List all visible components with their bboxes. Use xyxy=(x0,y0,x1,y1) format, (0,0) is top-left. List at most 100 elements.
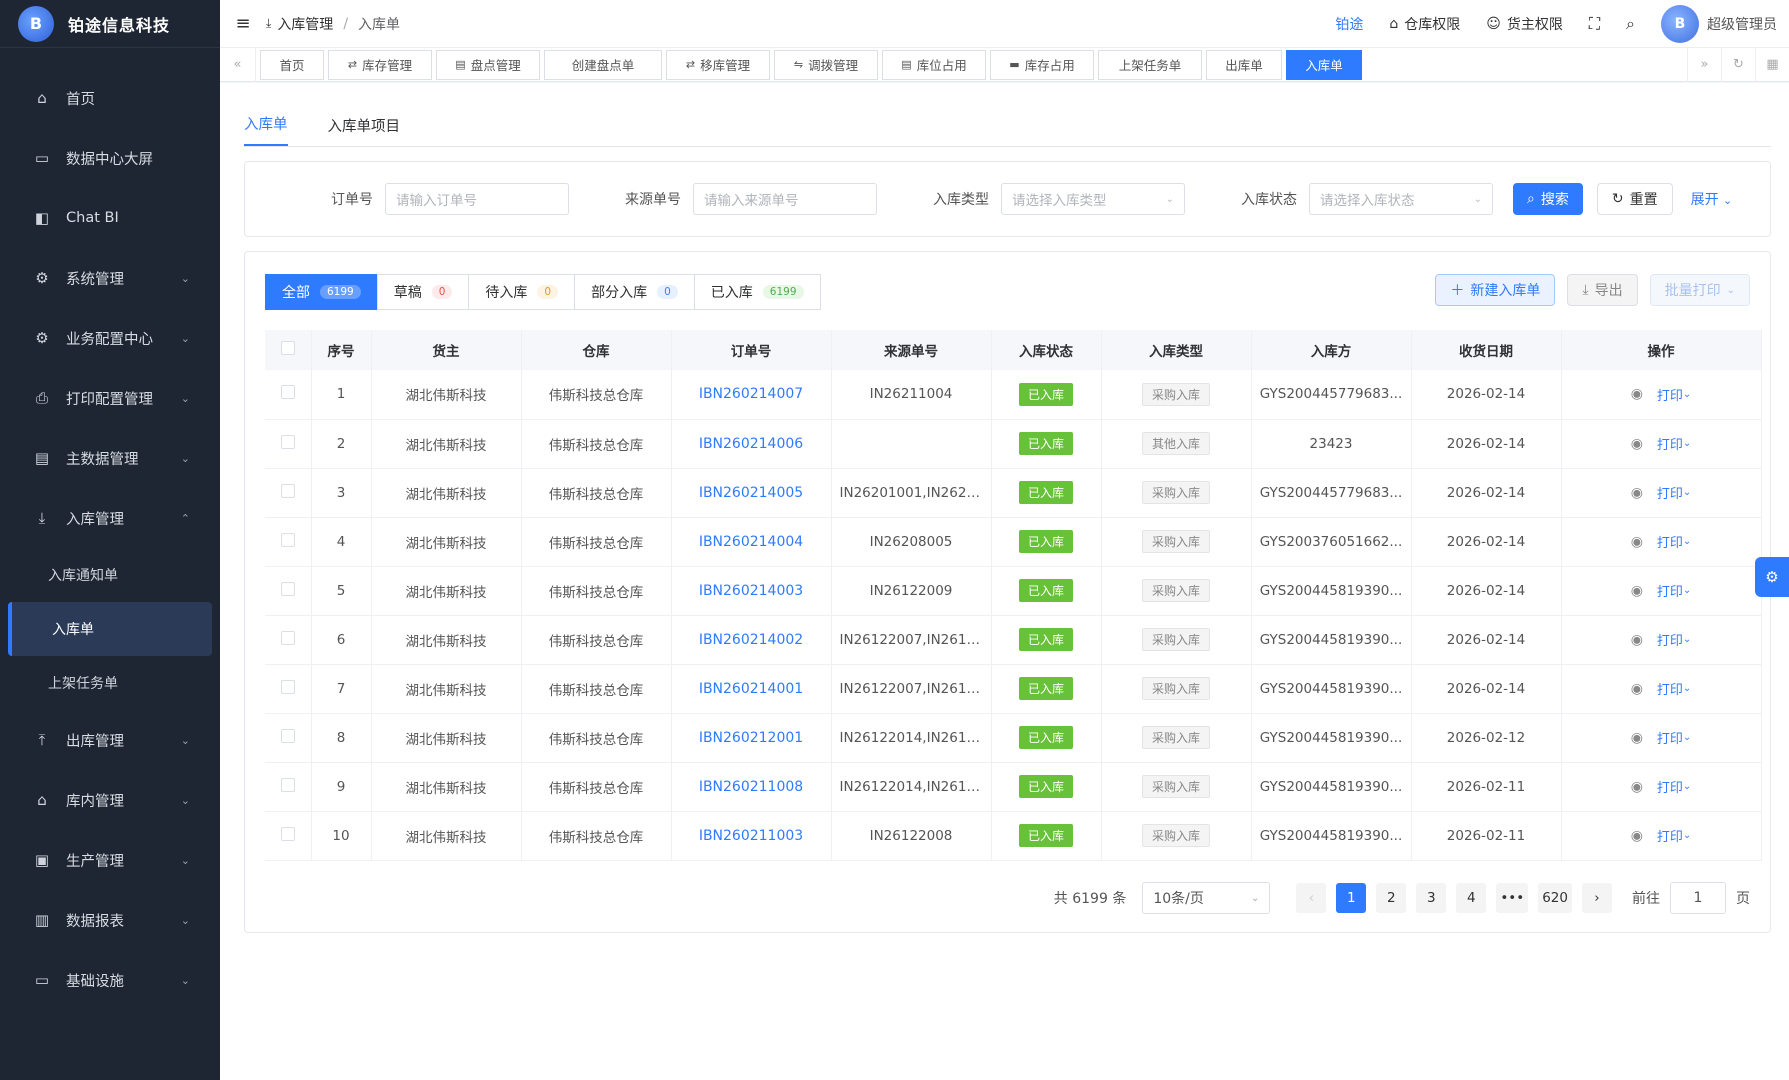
eye-icon[interactable]: ◉ xyxy=(1631,583,1643,599)
new-inbound-button[interactable]: ＋ 新建入库单 xyxy=(1435,274,1556,306)
refresh-icon[interactable]: ↻ xyxy=(1721,47,1755,82)
sidebar-item[interactable]: ⤒ 出库管理 ⌄ xyxy=(0,710,220,770)
tab-item[interactable]: 上架任务单 xyxy=(1098,49,1202,80)
page-button[interactable]: 3 xyxy=(1416,883,1447,913)
select-all-checkbox[interactable] xyxy=(265,330,312,370)
print-link[interactable]: 打印 xyxy=(1657,532,1683,551)
table-row[interactable]: 4 湖北伟斯科技 伟斯科技总仓库 IBN260214004 IN26208005 已入库 采… xyxy=(265,517,1762,567)
row-checkbox[interactable] xyxy=(265,811,312,861)
row-checkbox[interactable] xyxy=(265,370,312,420)
eye-icon[interactable]: ◉ xyxy=(1631,828,1643,844)
menu-toggle-icon[interactable]: ≡ xyxy=(220,13,266,34)
order-no-input[interactable]: 请输入订单号 xyxy=(385,183,569,215)
status-filter-1[interactable]: 草稿 0 xyxy=(376,274,470,310)
page-button[interactable]: 620 xyxy=(1538,883,1572,913)
table-row[interactable]: 8 湖北伟斯科技 伟斯科技总仓库 IBN260212001 IN26122014,IN2… xyxy=(265,713,1762,763)
print-link[interactable]: 打印 xyxy=(1657,434,1683,453)
tab-inbound-order[interactable]: 入库单 xyxy=(244,113,288,146)
avatar[interactable]: B xyxy=(1661,4,1699,43)
page-button[interactable]: 1 xyxy=(1336,883,1367,913)
sidebar-subitem[interactable]: 入库通知单 xyxy=(0,548,220,602)
order-no-link[interactable]: IBN260214002 xyxy=(671,615,832,665)
print-link[interactable]: 打印 xyxy=(1657,483,1683,502)
order-no-link[interactable]: IBN260214007 xyxy=(671,370,832,420)
owner-permission[interactable]: ☺ 货主权限 xyxy=(1486,14,1563,34)
warehouse-permission[interactable]: ⌂ 仓库权限 xyxy=(1389,14,1460,34)
sidebar-item[interactable]: ⤓ 入库管理 ⌃ xyxy=(0,488,220,548)
sidebar-item[interactable]: ▤ 主数据管理 ⌄ xyxy=(0,428,220,488)
sidebar-item[interactable]: ▣ 生产管理 ⌄ xyxy=(0,830,220,890)
inbound-status-select[interactable]: 请选择入库状态 ⌄ xyxy=(1309,183,1493,215)
print-link[interactable]: 打印 xyxy=(1657,385,1683,404)
sidebar-subitem[interactable]: 入库单 xyxy=(8,602,212,656)
sidebar-item[interactable]: ▥ 数据报表 ⌄ xyxy=(0,890,220,950)
sidebar-item[interactable]: ⌂ 首页 xyxy=(0,68,220,128)
print-link[interactable]: 打印 xyxy=(1657,728,1683,747)
eye-icon[interactable]: ◉ xyxy=(1631,386,1643,402)
row-checkbox[interactable] xyxy=(265,615,312,665)
search-button[interactable]: ⌕ 搜索 xyxy=(1513,183,1583,215)
row-checkbox[interactable] xyxy=(265,419,312,469)
order-no-link[interactable]: IBN260211008 xyxy=(671,762,832,812)
sidebar-item[interactable]: ⎙ 打印配置管理 ⌄ xyxy=(0,368,220,428)
fullscreen-icon[interactable]: ⛶ xyxy=(1589,14,1600,34)
tab-item[interactable]: ⇄ 移库管理 xyxy=(666,49,770,80)
eye-icon[interactable]: ◉ xyxy=(1631,681,1643,697)
table-row[interactable]: 2 湖北伟斯科技 伟斯科技总仓库 IBN260214006 已入库 其他入库 23423 20… xyxy=(265,419,1762,469)
print-link[interactable]: 打印 xyxy=(1657,826,1683,845)
source-no-input[interactable]: 请输入来源单号 xyxy=(693,183,877,215)
settings-float-icon[interactable]: ⚙ xyxy=(1755,557,1789,597)
row-checkbox[interactable] xyxy=(265,664,312,714)
next-page-button[interactable]: › xyxy=(1582,883,1612,913)
page-button[interactable]: ••• xyxy=(1496,883,1529,913)
sidebar-item[interactable]: ▭ 基础设施 ⌄ xyxy=(0,950,220,1010)
search-icon[interactable]: ⌕ xyxy=(1626,14,1635,34)
tab-inbound-order-items[interactable]: 入库单项目 xyxy=(328,115,401,146)
print-link[interactable]: 打印 xyxy=(1657,679,1683,698)
tab-item[interactable]: ⇄ 库存管理 xyxy=(328,49,432,80)
page-button[interactable]: 2 xyxy=(1376,883,1407,913)
page-button[interactable]: 4 xyxy=(1456,883,1487,913)
status-filter-0[interactable]: 全部 6199 xyxy=(265,274,378,310)
status-filter-3[interactable]: 部分入库 0 xyxy=(574,274,695,310)
tabs-scroll-right-icon[interactable]: » xyxy=(1687,47,1721,82)
sidebar-item[interactable]: ⚙ 业务配置中心 ⌄ xyxy=(0,308,220,368)
table-row[interactable]: 3 湖北伟斯科技 伟斯科技总仓库 IBN260214005 IN26201001,IN2… xyxy=(265,468,1762,518)
inbound-type-select[interactable]: 请选择入库类型 ⌄ xyxy=(1001,183,1185,215)
expand-link[interactable]: 展开 ⌄ xyxy=(1691,189,1733,209)
tabs-scroll-left-icon[interactable]: « xyxy=(220,47,256,82)
reset-button[interactable]: ↻ 重置 xyxy=(1596,183,1673,215)
tab-item[interactable]: ⇋ 调拨管理 xyxy=(774,49,878,80)
order-no-link[interactable]: IBN260214004 xyxy=(671,517,832,567)
tab-item[interactable]: ▬ 库存占用 xyxy=(990,49,1094,80)
tab-item[interactable]: 首页 xyxy=(260,49,324,80)
row-checkbox[interactable] xyxy=(265,517,312,567)
export-button[interactable]: ⤓ 导出 xyxy=(1567,274,1638,306)
eye-icon[interactable]: ◉ xyxy=(1631,436,1643,452)
order-no-link[interactable]: IBN260212001 xyxy=(671,713,832,763)
user-name[interactable]: 超级管理员 xyxy=(1707,14,1777,34)
goto-page-input[interactable]: 1 xyxy=(1670,882,1726,914)
eye-icon[interactable]: ◉ xyxy=(1631,779,1643,795)
sidebar-item[interactable]: ⚙ 系统管理 ⌄ xyxy=(0,248,220,308)
eye-icon[interactable]: ◉ xyxy=(1631,534,1643,550)
table-row[interactable]: 1 湖北伟斯科技 伟斯科技总仓库 IBN260214007 IN26211004 已入库 采… xyxy=(265,370,1762,420)
row-checkbox[interactable] xyxy=(265,713,312,763)
row-checkbox[interactable] xyxy=(265,566,312,616)
prev-page-button[interactable]: ‹ xyxy=(1296,883,1327,913)
page-size-select[interactable]: 10条/页 ⌄ xyxy=(1142,882,1271,914)
order-no-link[interactable]: IBN260211003 xyxy=(671,811,832,861)
status-filter-2[interactable]: 待入库 0 xyxy=(468,274,576,310)
print-link[interactable]: 打印 xyxy=(1657,630,1683,649)
row-checkbox[interactable] xyxy=(265,762,312,812)
print-link[interactable]: 打印 xyxy=(1657,581,1683,600)
order-no-link[interactable]: IBN260214003 xyxy=(671,566,832,616)
batch-print-button[interactable]: 批量打印 ⌄ xyxy=(1649,274,1750,306)
eye-icon[interactable]: ◉ xyxy=(1631,632,1643,648)
order-no-link[interactable]: IBN260214001 xyxy=(671,664,832,714)
table-row[interactable]: 5 湖北伟斯科技 伟斯科技总仓库 IBN260214003 IN26122009 已入库 采… xyxy=(265,566,1762,616)
sidebar-subitem[interactable]: 上架任务单 xyxy=(0,656,220,710)
tab-item[interactable]: 入库单 xyxy=(1286,49,1362,80)
tab-item[interactable]: 创建盘点单 xyxy=(544,49,662,80)
eye-icon[interactable]: ◉ xyxy=(1631,485,1643,501)
